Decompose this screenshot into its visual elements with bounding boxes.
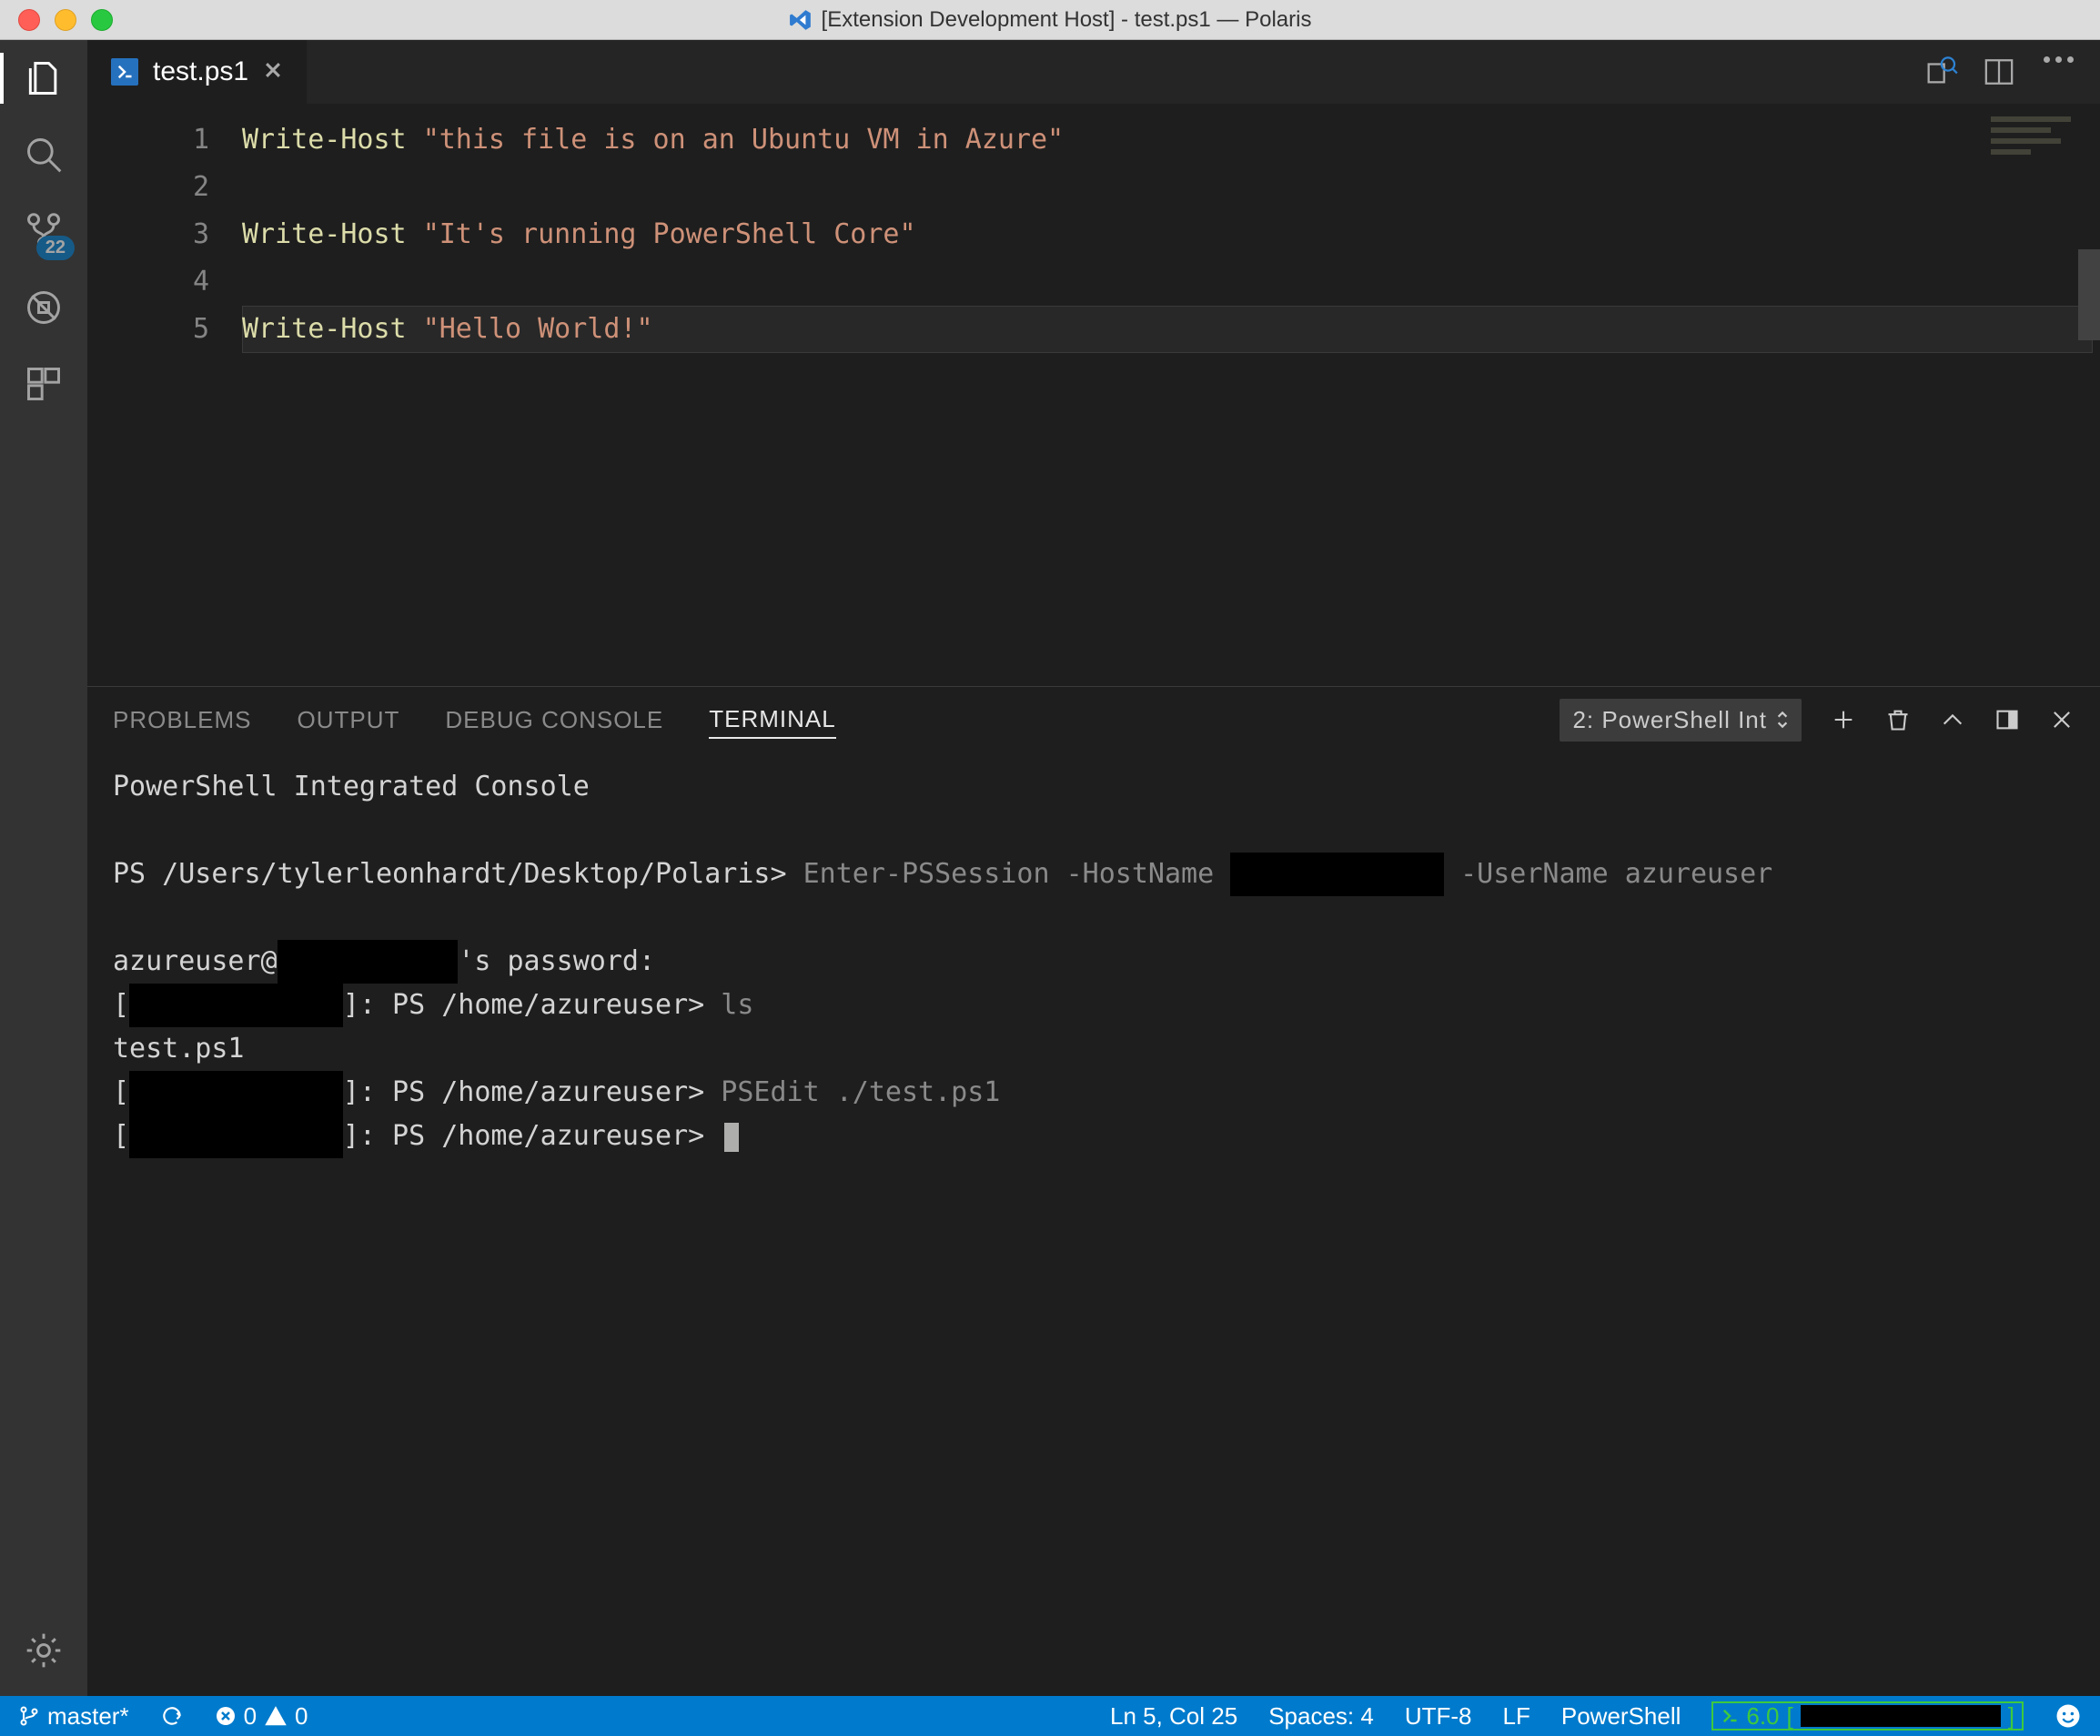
encoding-status[interactable]: UTF-8 — [1399, 1702, 1478, 1731]
compare-changes-button[interactable] — [1923, 56, 1954, 87]
ps-prompt-icon — [1721, 1707, 1739, 1725]
problems-tab[interactable]: PROBLEMS — [113, 702, 252, 738]
git-branch-status[interactable]: master* — [13, 1702, 135, 1731]
code-token: "It's running PowerShell Core" — [423, 218, 916, 250]
fullscreen-window-button[interactable] — [91, 9, 113, 31]
powershell-version-status[interactable]: 6.0 [] — [1706, 1701, 2029, 1731]
error-count: 0 — [244, 1702, 257, 1731]
maximize-panel-button[interactable] — [1940, 707, 1965, 732]
terminal-line: [xxxxxxxxxxxxx]: PS /home/azureuser> ls — [113, 984, 2075, 1027]
explorer-activity[interactable] — [22, 56, 66, 100]
redacted-hostname: xxxxxxxxxxxxx — [1230, 853, 1444, 896]
minimap[interactable] — [1991, 116, 2091, 162]
problems-status[interactable]: 0 0 — [209, 1702, 314, 1731]
files-icon — [24, 58, 64, 98]
main-row: 22 test.ps1 — [0, 40, 2100, 1696]
redacted-host: xxxxxxxxxxxxx — [129, 1115, 343, 1158]
titlebar: [Extension Development Host] - test.ps1 … — [0, 0, 2100, 40]
terminal-content[interactable]: PowerShell Integrated Console PS /Users/… — [87, 752, 2100, 1696]
new-terminal-button[interactable] — [1831, 707, 1856, 732]
source-control-activity[interactable]: 22 — [22, 209, 66, 253]
redacted-host: xxxxxxxxxxx — [278, 940, 459, 984]
line-number: 3 — [87, 211, 209, 258]
code-token: "this file is on an Ubuntu VM in Azure" — [423, 124, 1064, 156]
bottom-panel: PROBLEMS OUTPUT DEBUG CONSOLE TERMINAL 2… — [87, 686, 2100, 1696]
status-bar: master* 0 0 Ln 5, Col 25 Spaces: 4 UTF-8… — [0, 1696, 2100, 1736]
split-terminal-button[interactable] — [1994, 707, 2020, 732]
editor-tab[interactable]: test.ps1 — [87, 40, 308, 104]
terminal-line: test.ps1 — [113, 1027, 2075, 1071]
gear-icon — [24, 1630, 64, 1670]
line-number: 5 — [87, 306, 209, 353]
line-gutter: 1 2 3 4 5 — [87, 104, 242, 686]
line-number: 1 — [87, 116, 209, 164]
cursor-position-status[interactable]: Ln 5, Col 25 — [1105, 1702, 1243, 1731]
close-tab-button[interactable] — [263, 56, 283, 87]
activity-bar: 22 — [0, 40, 87, 1696]
scrollbar-thumb[interactable] — [2078, 249, 2100, 340]
redacted-host: xxxxxxxxxxxxx — [129, 1071, 343, 1115]
editor-column: test.ps1 1 2 3 — [87, 40, 2100, 1696]
bug-icon — [24, 288, 64, 328]
branch-icon — [18, 1705, 40, 1727]
search-activity[interactable] — [22, 133, 66, 177]
sync-icon — [160, 1704, 184, 1728]
feedback-status[interactable] — [2049, 1702, 2087, 1730]
ellipsis-icon — [2044, 56, 2075, 63]
redacted-info — [1801, 1705, 2001, 1727]
window-title: [Extension Development Host] - test.ps1 … — [0, 7, 2100, 33]
line-number: 2 — [87, 164, 209, 211]
eol-status[interactable]: LF — [1498, 1702, 1536, 1731]
error-icon — [215, 1705, 237, 1727]
close-window-button[interactable] — [18, 9, 40, 31]
editor-tabbar: test.ps1 — [87, 40, 2100, 104]
panel-tabbar: PROBLEMS OUTPUT DEBUG CONSOLE TERMINAL 2… — [87, 687, 2100, 752]
window-controls — [0, 9, 113, 31]
terminal-tab[interactable]: TERMINAL — [709, 701, 835, 739]
language-mode-status[interactable]: PowerShell — [1556, 1702, 1687, 1731]
code-token: Write-Host — [242, 124, 407, 156]
code-token: Write-Host — [242, 218, 407, 250]
kill-terminal-button[interactable] — [1885, 707, 1911, 732]
terminal-line: azureuser@xxxxxxxxxxx's password: — [113, 940, 2075, 984]
more-actions-button[interactable] — [2044, 56, 2075, 87]
code-editor[interactable]: 1 2 3 4 5 Write-Host "this file is on an… — [87, 104, 2100, 686]
smiley-icon — [2055, 1702, 2082, 1730]
search-icon — [24, 135, 64, 175]
terminal-line: [xxxxxxxxxxxxx]: PS /home/azureuser> PSE… — [113, 1071, 2075, 1115]
output-tab[interactable]: OUTPUT — [298, 702, 400, 738]
terminal-selector-label: 2: PowerShell Int — [1572, 706, 1767, 734]
redacted-host: xxxxxxxxxxxxx — [129, 984, 343, 1027]
terminal-line: PowerShell Integrated Console — [113, 765, 2075, 809]
scm-badge: 22 — [36, 236, 75, 260]
debug-console-tab[interactable]: DEBUG CONSOLE — [445, 702, 663, 738]
branch-name: master* — [47, 1702, 129, 1731]
code-token: Write-Host — [242, 313, 407, 345]
warning-icon — [264, 1704, 288, 1728]
powershell-file-icon — [111, 58, 138, 86]
line-number: 4 — [87, 258, 209, 306]
terminal-line: PS /Users/tylerleonhardt/Desktop/Polaris… — [113, 853, 2075, 896]
extensions-icon — [24, 364, 64, 404]
split-editor-button[interactable] — [1984, 56, 2014, 87]
tab-filename: test.ps1 — [153, 56, 248, 87]
ps-version-text: 6.0 — [1746, 1702, 1779, 1731]
sync-status[interactable] — [155, 1704, 189, 1728]
close-panel-button[interactable] — [2049, 707, 2075, 732]
code-token: "Hello World!" — [423, 313, 653, 345]
indentation-status[interactable]: Spaces: 4 — [1263, 1702, 1379, 1731]
extensions-activity[interactable] — [22, 362, 66, 406]
window-title-text: [Extension Development Host] - test.ps1 … — [822, 7, 1312, 33]
editor-toolbar — [1923, 40, 2100, 104]
terminal-line: [xxxxxxxxxxxxx]: PS /home/azureuser> — [113, 1115, 2075, 1158]
debug-activity[interactable] — [22, 286, 66, 329]
terminal-cursor — [724, 1123, 739, 1152]
code-content[interactable]: Write-Host "this file is on an Ubuntu VM… — [242, 104, 2100, 686]
terminal-selector[interactable]: 2: PowerShell Int — [1560, 699, 1802, 742]
warning-count: 0 — [295, 1702, 308, 1731]
select-arrows-icon — [1776, 710, 1789, 730]
settings-activity[interactable] — [22, 1629, 66, 1672]
minimize-window-button[interactable] — [55, 9, 76, 31]
vscode-icon — [789, 8, 813, 32]
